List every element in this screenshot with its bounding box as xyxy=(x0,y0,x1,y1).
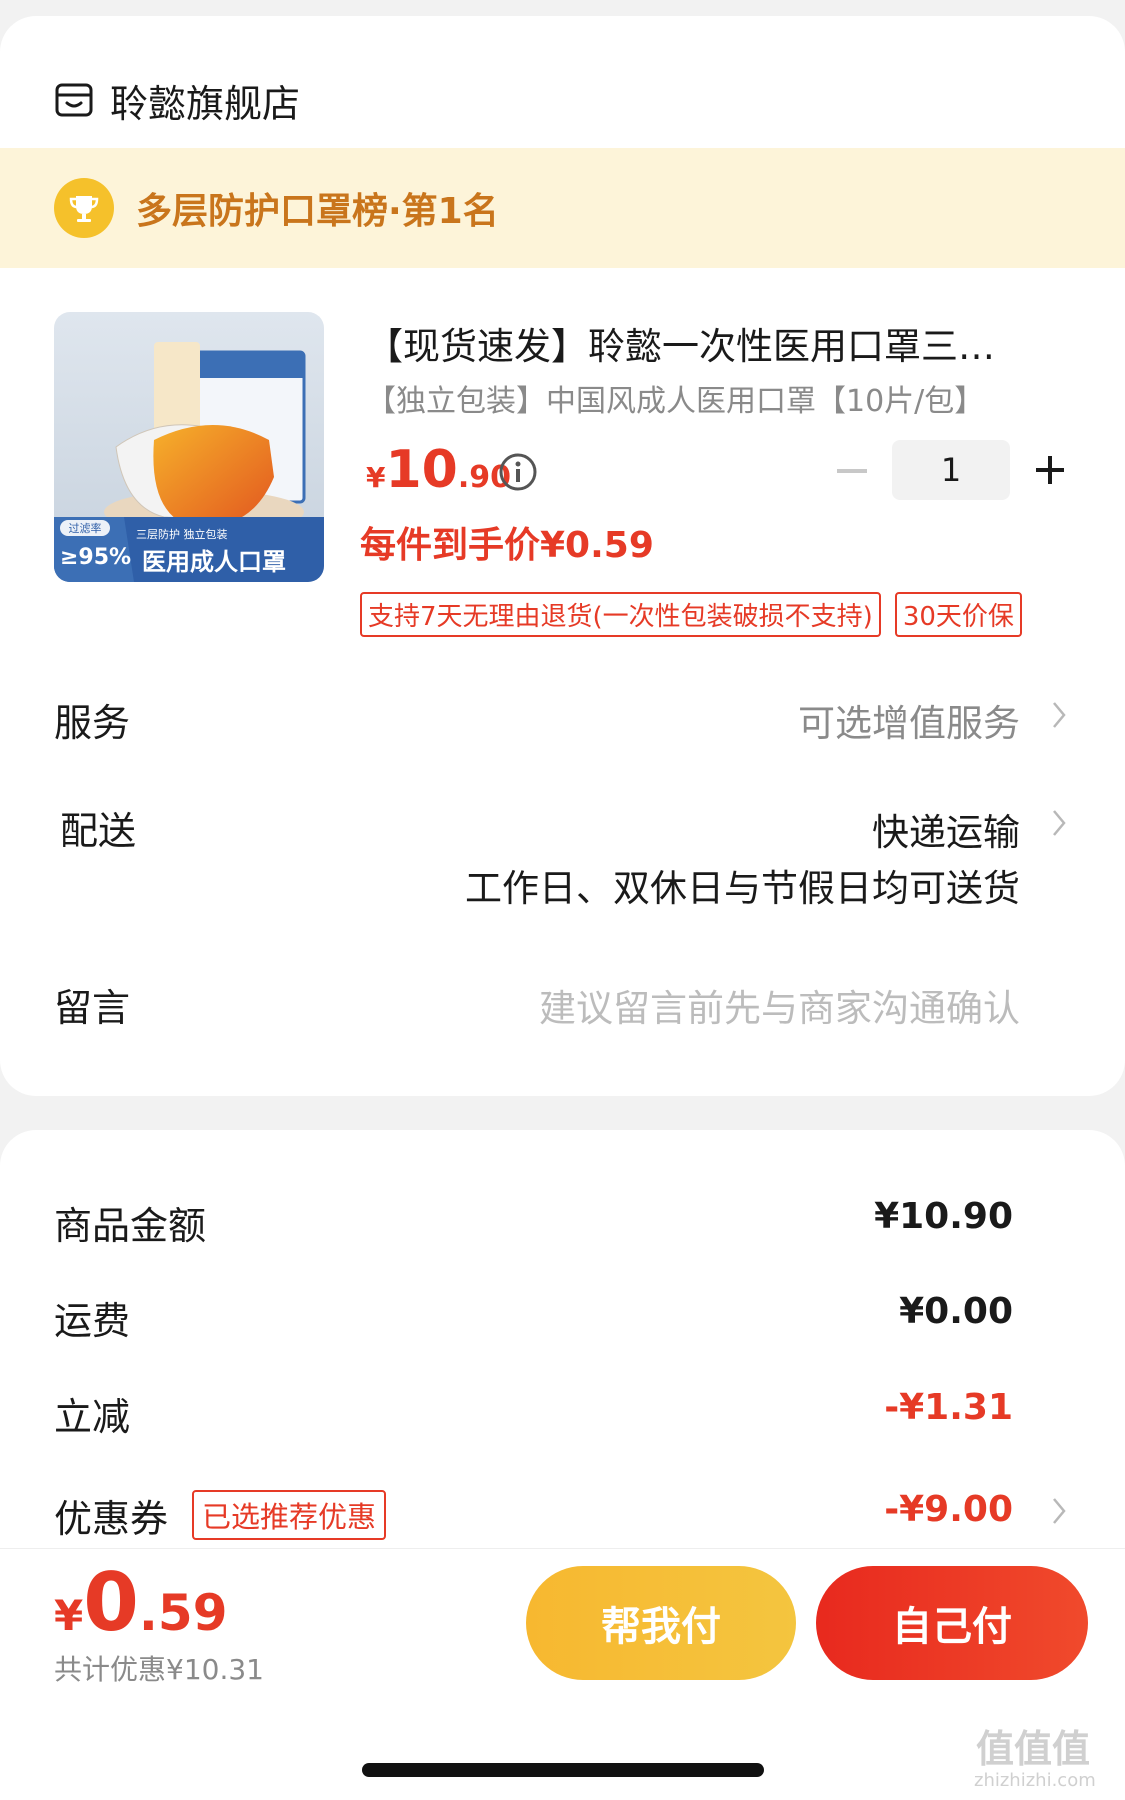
shop-header[interactable]: 聆懿旗舰店 xyxy=(54,60,300,140)
coupon-value[interactable]: -¥9.00 xyxy=(884,1489,1013,1530)
quantity-input[interactable]: 1 xyxy=(892,440,1010,500)
shipping-value: ¥0.00 xyxy=(899,1291,1013,1332)
image-sub: 三层防护 独立包装 xyxy=(136,527,228,541)
watermark-url: zhizhizhi.com xyxy=(974,1770,1096,1791)
shop-icon xyxy=(55,83,93,117)
product-tags: 支持7天无理由退货(一次性包装破损不支持) 30天价保 xyxy=(360,592,1022,637)
product-spec[interactable]: 【独立包装】中国风成人医用口罩【10片/包】 xyxy=(366,376,984,420)
help-pay-button[interactable]: 帮我付 xyxy=(526,1566,796,1680)
total-integer: 0 xyxy=(83,1556,139,1649)
coupon-recommended-tag: 已选推荐优惠 xyxy=(192,1490,387,1540)
product-price: ¥ 10 .90 xyxy=(366,440,511,500)
quantity-increase-button[interactable] xyxy=(1030,450,1070,490)
delivery-label: 配送 xyxy=(60,809,137,853)
total-currency: ¥ xyxy=(54,1591,84,1640)
product-image[interactable]: 过滤率 ≥95% 三层防护 独立包装 医用成人口罩 xyxy=(54,312,324,582)
delivery-chevron-icon[interactable] xyxy=(1051,808,1067,838)
service-chevron-icon[interactable] xyxy=(1051,700,1067,730)
rank-text: 多层防护口罩榜·第1名 xyxy=(136,191,499,232)
image-main: 医用成人口罩 xyxy=(142,548,286,576)
total-decimal: .59 xyxy=(138,1584,228,1642)
message-input[interactable]: 建议留言前先与商家沟通确认 xyxy=(539,978,1020,1032)
discount-label: 立减 xyxy=(54,1395,131,1439)
service-label: 服务 xyxy=(54,701,131,745)
message-label: 留言 xyxy=(54,986,131,1030)
unit-price: 每件到手价¥0.59 xyxy=(360,525,654,566)
info-icon[interactable] xyxy=(498,452,538,492)
price-integer: 10 xyxy=(385,440,458,500)
service-value[interactable]: 可选增值服务 xyxy=(798,693,1020,747)
product-title[interactable]: 【现货速发】聆懿一次性医用口罩三… xyxy=(366,316,1066,370)
coupon-chevron-icon[interactable] xyxy=(1051,1496,1067,1526)
trophy-icon xyxy=(54,178,114,238)
price-protect-tag: 30天价保 xyxy=(894,592,1022,637)
total-price: ¥ 0 .59 xyxy=(54,1556,227,1649)
shipping-label: 运费 xyxy=(54,1299,131,1343)
self-pay-button[interactable]: 自己付 xyxy=(816,1566,1088,1680)
discount-value: -¥1.31 xyxy=(884,1387,1013,1428)
shop-name: 聆懿旗舰店 xyxy=(110,81,301,126)
return-policy-tag: 支持7天无理由退货(一次性包装破损不支持) xyxy=(360,592,881,637)
quantity-decrease-button[interactable] xyxy=(832,456,872,486)
rank-banner[interactable]: 多层防护口罩榜·第1名 xyxy=(0,148,1125,268)
filter-value: ≥95% xyxy=(60,545,131,570)
goods-amount-label: 商品金额 xyxy=(54,1204,207,1248)
goods-amount-value: ¥10.90 xyxy=(874,1196,1013,1237)
delivery-value[interactable]: 快递运输 xyxy=(872,802,1020,856)
price-currency: ¥ xyxy=(366,461,386,494)
total-discount: 共计优惠¥10.31 xyxy=(54,1653,264,1686)
delivery-note: 工作日、双休日与节假日均可送货 xyxy=(465,867,1020,910)
coupon-label: 优惠券 xyxy=(54,1497,169,1541)
watermark: 值值值 xyxy=(976,1727,1091,1771)
filter-label: 过滤率 xyxy=(69,521,102,535)
home-indicator[interactable] xyxy=(362,1763,764,1777)
